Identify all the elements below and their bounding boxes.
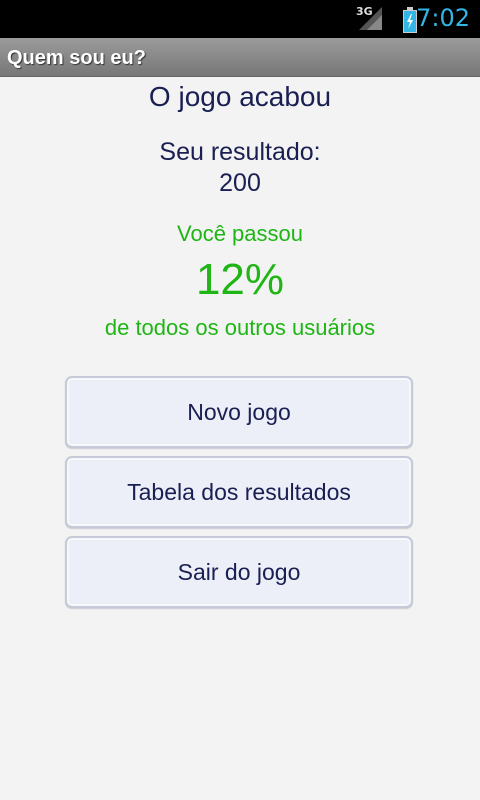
new-game-button[interactable]: Novo jogo (65, 376, 413, 448)
score-value: 200 (219, 169, 261, 197)
users-comparison-label: de todos os outros usuários (104, 315, 376, 340)
score-label: Seu resultado: (159, 138, 321, 166)
app-title: Quem sou eu? (7, 47, 146, 69)
percentile-value: 12% (195, 255, 285, 304)
signal-3g-icon: 3G (356, 5, 384, 31)
exit-game-button[interactable]: Sair do jogo (65, 536, 413, 608)
result-screen: O jogo acabou Seu resultado: 200 Você pa… (0, 77, 480, 800)
title-bar: Quem sou eu? (0, 38, 480, 77)
status-bar: 3G 7:02 (0, 0, 480, 38)
game-over-heading: O jogo acabou (148, 81, 332, 112)
passed-label: Você passou (177, 221, 303, 246)
results-table-button[interactable]: Tabela dos resultados (65, 456, 413, 528)
status-clock: 7:02 (416, 4, 470, 32)
